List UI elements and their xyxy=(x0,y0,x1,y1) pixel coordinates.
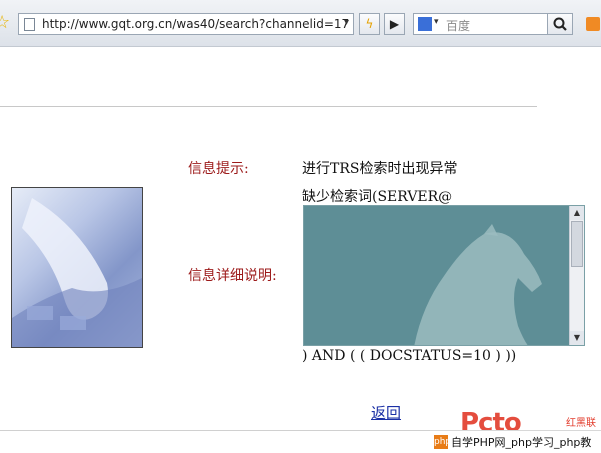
browser-toolbar: ☆ http://www.gqt.org.cn/was40/search?cha… xyxy=(0,0,601,47)
rss-icon[interactable] xyxy=(586,17,600,31)
search-engine-icon[interactable] xyxy=(418,17,432,31)
scrollbar[interactable]: ▲ ▼ xyxy=(569,206,584,345)
scroll-up-icon[interactable]: ▲ xyxy=(570,206,584,220)
php-badge: php xyxy=(434,435,452,449)
watermark-bar: php 自学PHP网_php学习_php教 xyxy=(430,430,601,453)
back-link[interactable]: 返回 xyxy=(371,402,401,423)
search-icon xyxy=(553,17,567,31)
watermark-text: 自学PHP网_php学习_php教 xyxy=(451,436,592,449)
info-label: 信息提示: xyxy=(188,161,249,177)
scroll-thumb[interactable] xyxy=(571,221,583,267)
detail-scroll-box[interactable]: ▲ ▼ xyxy=(303,205,585,346)
url-text[interactable]: http://www.gqt.org.cn/was40/search?chann… xyxy=(42,17,349,31)
detail-label: 信息详细说明: xyxy=(188,268,277,284)
address-bar[interactable]: http://www.gqt.org.cn/was40/search?chann… xyxy=(18,13,354,35)
lightning-icon[interactable]: ϟ xyxy=(359,13,380,35)
star-icon[interactable]: ☆ xyxy=(0,14,12,32)
detail-line-1: 缺少检索词(SERVER@ xyxy=(302,189,453,205)
chevron-down-icon[interactable]: ▾ xyxy=(344,17,349,28)
detail-line-2: ) AND ( ( DOCSTATUS=10 ) )) xyxy=(302,348,517,364)
chevron-down-icon[interactable]: ▾ xyxy=(434,17,439,27)
hand-image xyxy=(11,187,143,348)
scroll-down-icon[interactable]: ▼ xyxy=(570,331,584,345)
search-button[interactable] xyxy=(547,13,573,35)
horse-watermark-image xyxy=(414,224,542,345)
divider xyxy=(0,106,537,107)
search-input[interactable]: 百度 xyxy=(446,17,470,34)
page-icon xyxy=(24,18,35,31)
info-value: 进行TRS检索时出现异常 xyxy=(302,161,458,177)
go-button[interactable]: ▶ xyxy=(384,13,405,35)
